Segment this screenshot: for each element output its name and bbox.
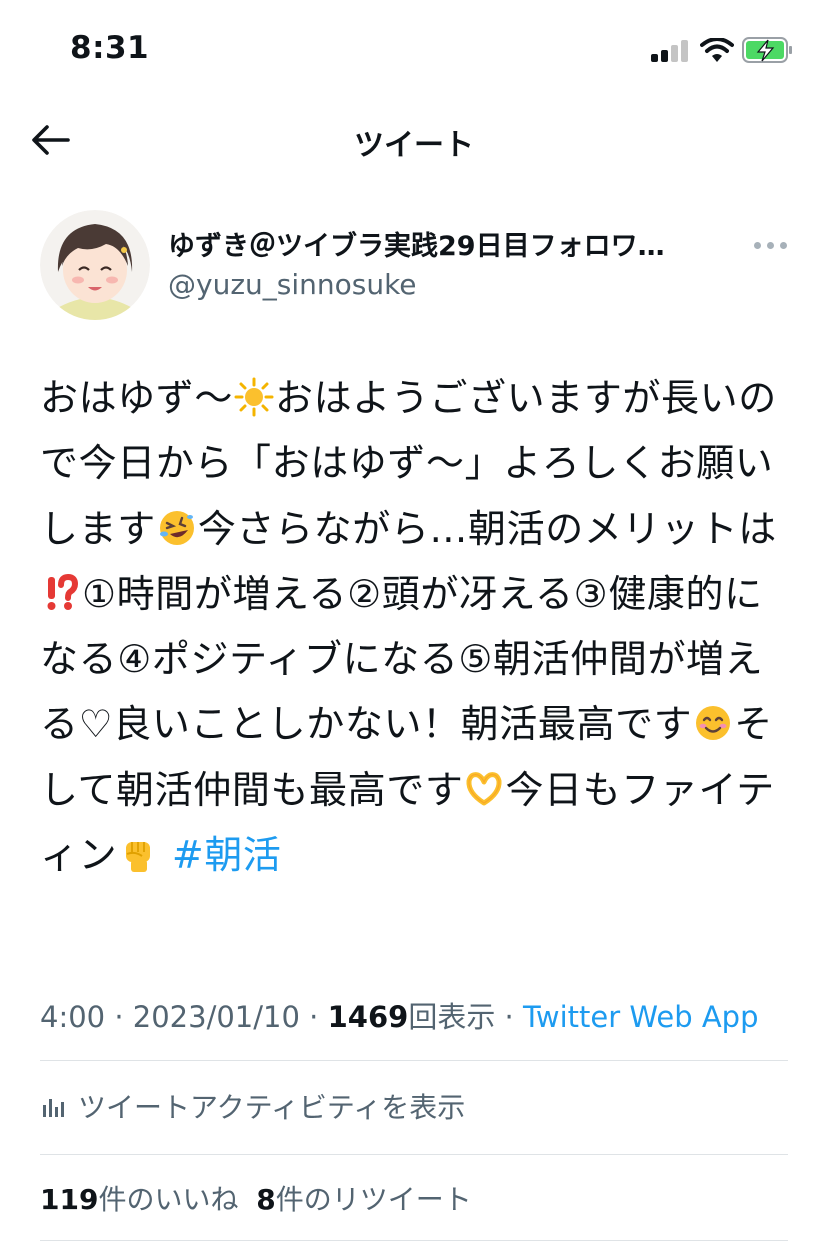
views-count: 1469 bbox=[327, 1000, 409, 1034]
analytics-icon bbox=[43, 1099, 64, 1117]
engagement-stats: 119件のいいね 8件のリツイート bbox=[40, 1178, 472, 1218]
battery-charging-icon bbox=[742, 37, 792, 63]
tweet-text: おはゆず〜 おはようございますが長いので今日から「おはゆず〜」よろしくお願いします… bbox=[40, 366, 790, 888]
status-time: 8:31 bbox=[70, 30, 150, 66]
exclamation-question-icon bbox=[47, 573, 79, 610]
status-bar: 8:31 bbox=[0, 0, 828, 100]
view-tweet-activity-label: ツイートアクティビティを表示 bbox=[78, 1091, 466, 1124]
rolling-laughing-emoji-icon bbox=[159, 510, 194, 545]
sun-icon bbox=[234, 377, 274, 417]
heart-hands-icon bbox=[466, 771, 502, 806]
retweets-count: 8 bbox=[256, 1183, 276, 1216]
avatar[interactable] bbox=[40, 210, 150, 320]
raised-fist-icon bbox=[126, 842, 151, 873]
divider bbox=[40, 1154, 788, 1155]
nav-bar: ツイート bbox=[0, 100, 828, 180]
likes-stat[interactable]: 119件のいいね bbox=[40, 1183, 238, 1216]
more-options-icon[interactable] bbox=[752, 232, 788, 256]
tweet-text-segment: おはゆず〜 bbox=[40, 376, 234, 420]
view-tweet-activity-button[interactable]: ツイートアクティビティを表示 bbox=[40, 1084, 465, 1128]
retweets-stat[interactable]: 8件のリツイート bbox=[256, 1183, 472, 1216]
source-link[interactable]: Twitter Web App bbox=[523, 1000, 759, 1034]
author-display-name[interactable]: ゆずき＠ツイブラ実践29日目フォロワ… bbox=[168, 224, 738, 263]
tweet-meta: 4:00 · 2023/01/10 · 1469回表示 · Twitter We… bbox=[40, 1000, 759, 1034]
divider bbox=[40, 1060, 788, 1061]
tweet-text-segment: 今さらながら…朝活のメリットは bbox=[197, 506, 777, 551]
signal-icon bbox=[651, 40, 691, 62]
wifi-icon bbox=[700, 38, 734, 62]
views-label: 回表示 bbox=[408, 1000, 496, 1034]
page-title: ツイート bbox=[354, 128, 474, 163]
hashtag-link[interactable]: #朝活 bbox=[172, 833, 282, 877]
divider bbox=[40, 1240, 788, 1241]
tweet-date: 2023/01/10 bbox=[132, 1000, 300, 1034]
smiling-face-icon bbox=[696, 706, 731, 741]
tweet-time: 4:00 bbox=[40, 1000, 106, 1034]
tweet-text-segment: ①時間が増える②頭が冴える③健康的になる④ポジティブになる⑤朝活仲間が増える♡良… bbox=[40, 571, 764, 747]
author-handle[interactable]: @yuzu_sinnosuke bbox=[168, 268, 417, 301]
likes-label: 件のいいね bbox=[98, 1183, 239, 1216]
likes-count: 119 bbox=[40, 1183, 99, 1216]
retweets-label: 件のリツイート bbox=[275, 1183, 472, 1216]
